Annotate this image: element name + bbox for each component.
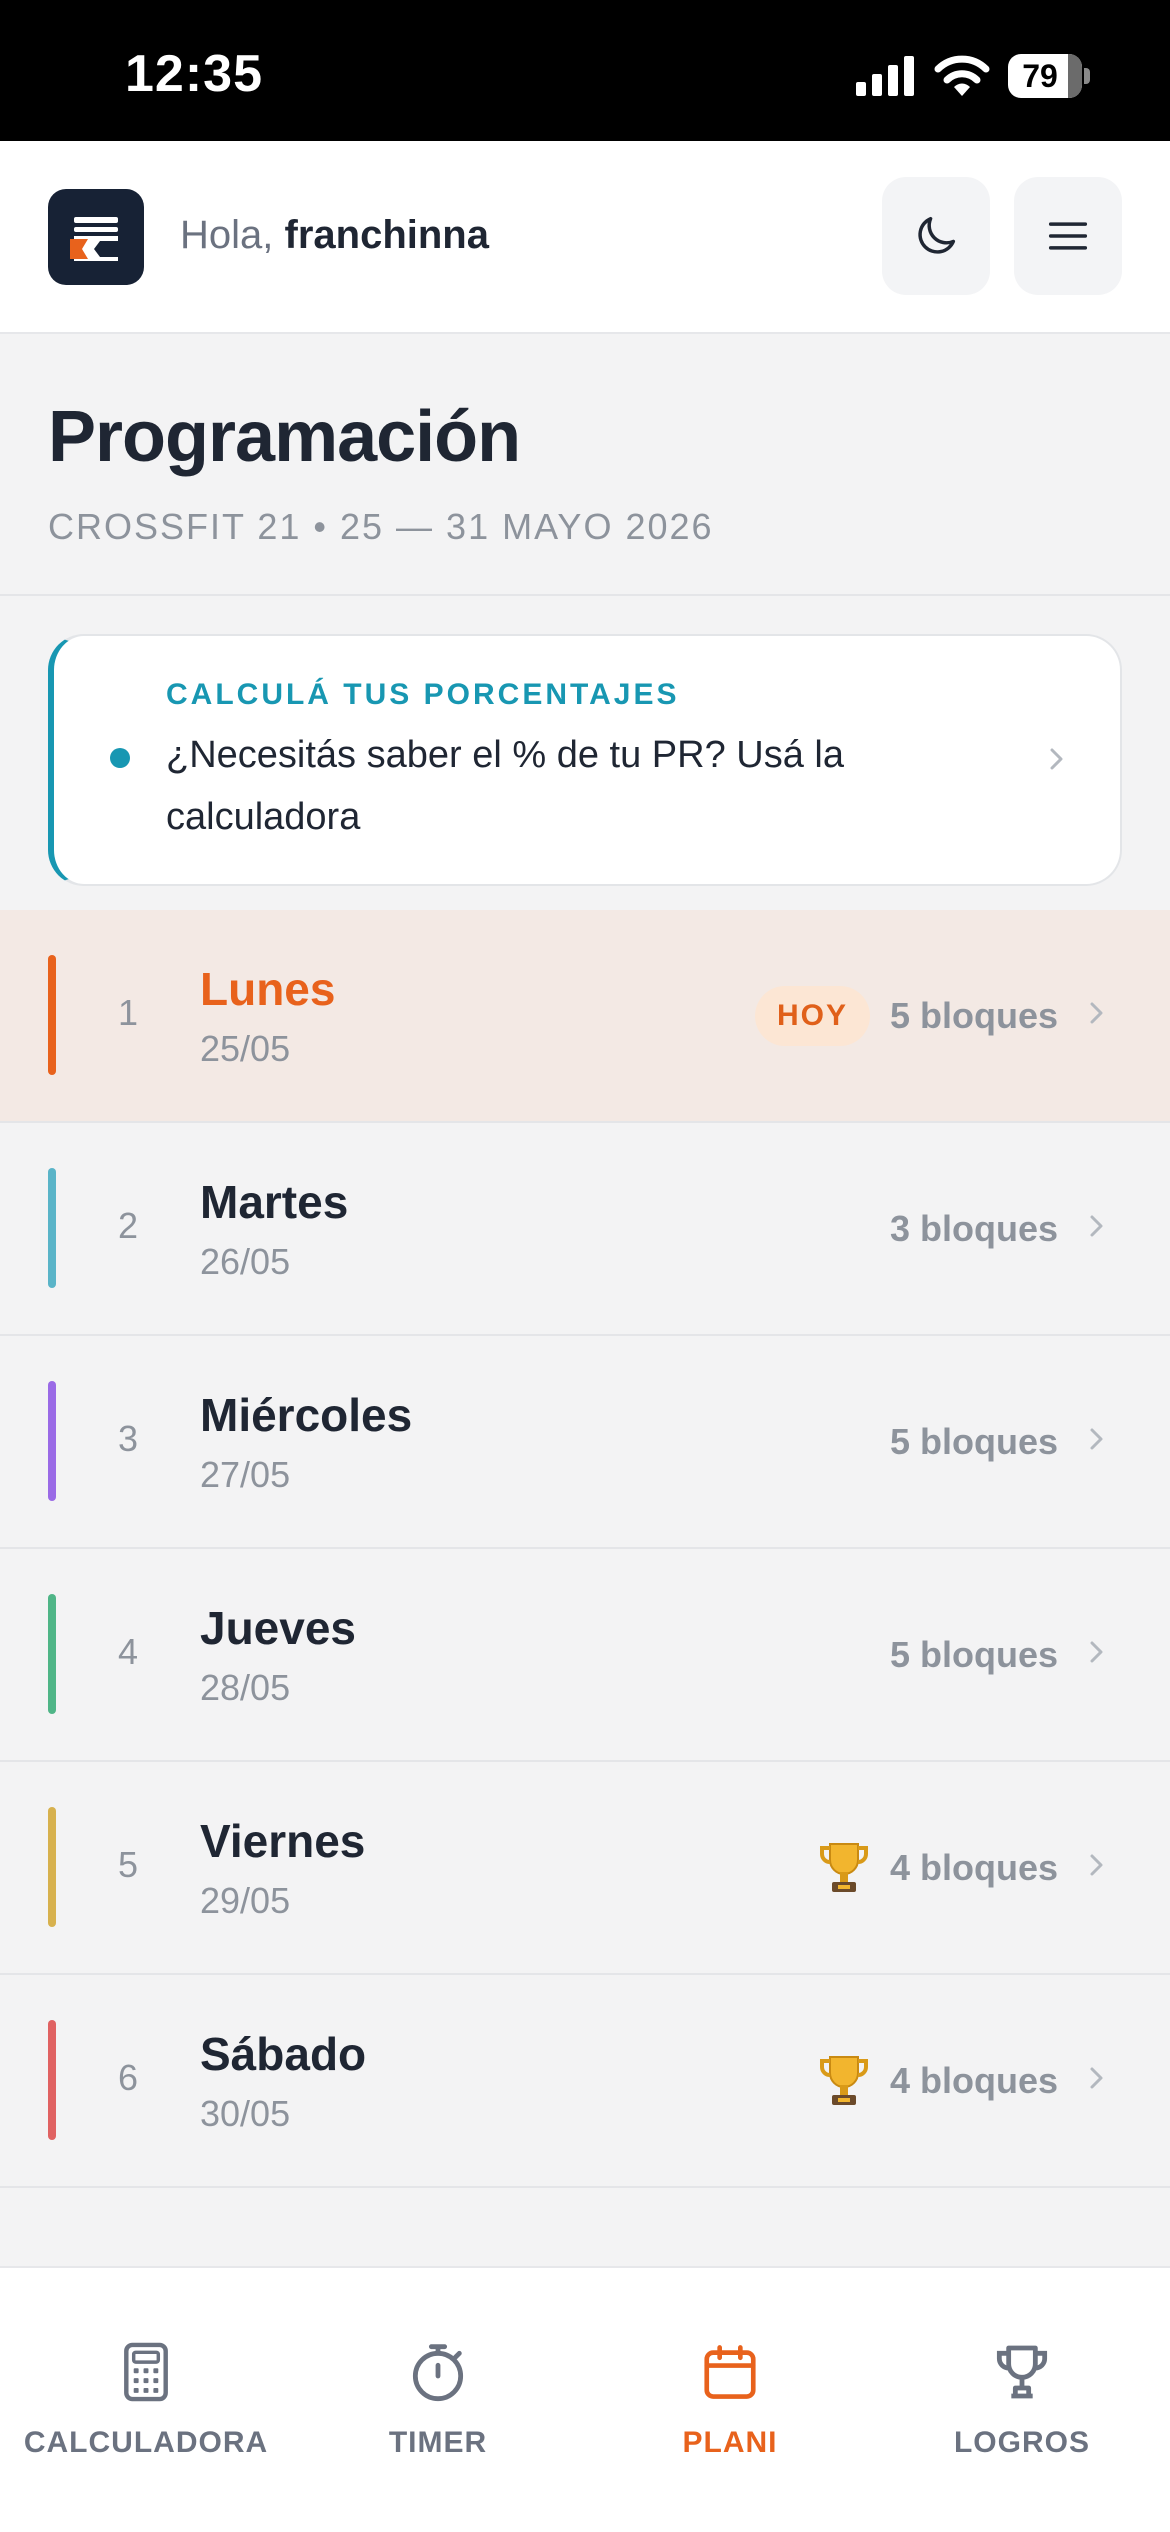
day-meta: 5 bloques <box>890 1412 1098 1472</box>
tab-label: LOGROS <box>953 2426 1090 2459</box>
day-row[interactable]: 1 Lunes 25/05 HOY 5 bloques <box>0 910 1170 1123</box>
battery-level: 79 <box>1022 58 1058 94</box>
chevron-right-icon <box>1090 1002 1103 1024</box>
day-date: 27/05 <box>200 1454 291 1495</box>
day-name: Jueves <box>200 1602 357 1654</box>
status-time: 12:35 <box>125 45 263 103</box>
day-number: 1 <box>117 992 139 1033</box>
day-row[interactable]: 5 Viernes 29/05 4 bloques <box>0 1762 1170 1975</box>
tab-label: CALCULADORA <box>23 2426 269 2459</box>
day-list: 1 Lunes 25/05 HOY 5 bloques 2 Martes 26/05 3 blo… <box>0 910 1170 2188</box>
chevron-right-icon <box>1090 1854 1103 1876</box>
day-row[interactable]: 2 Martes 26/05 3 bloques <box>0 1123 1170 1336</box>
day-meta: 4 bloques <box>818 2051 1098 2111</box>
day-name: Viernes <box>200 1815 366 1867</box>
greeting-prefix: Hola, <box>180 213 285 257</box>
day-accent-bar <box>48 1594 56 1714</box>
day-name: Lunes <box>200 963 336 1015</box>
promo-dot <box>110 748 130 768</box>
block-count: 3 bloques <box>889 1208 1058 1249</box>
day-row[interactable]: 4 Jueves 28/05 5 bloques <box>0 1549 1170 1762</box>
day-row[interactable]: 6 Sábado 30/05 4 bloques <box>0 1975 1170 2188</box>
calculator-icon <box>124 2342 168 2402</box>
day-accent-bar <box>48 1168 56 1288</box>
app-logo[interactable] <box>48 189 144 285</box>
tab-label: PLANI <box>682 2426 778 2459</box>
bottom-tab-bar: CALCULADORA TIMER PLANI LOGROS <box>0 2266 1170 2532</box>
day-number: 4 <box>117 1631 139 1672</box>
trophy-icon <box>996 2345 1048 2399</box>
day-meta: 4 bloques <box>818 1838 1098 1898</box>
day-number: 5 <box>117 1844 139 1885</box>
chevron-right-icon <box>1090 1641 1103 1663</box>
status-bar: 12:35 79 <box>0 0 1170 141</box>
day-accent-bar <box>48 955 56 1075</box>
block-count: 5 bloques <box>889 1421 1058 1462</box>
day-date: 30/05 <box>200 2093 291 2134</box>
day-number: 6 <box>117 2057 139 2098</box>
page-title: Programación <box>48 397 521 477</box>
battery-icon: 79 <box>1008 54 1090 98</box>
cellular-signal-icon <box>856 56 914 96</box>
hamburger-menu-icon <box>1048 222 1088 250</box>
tab-logros[interactable]: LOGROS <box>876 2268 1168 2532</box>
day-accent-bar <box>48 1807 56 1927</box>
tab-plani[interactable]: PLANI <box>584 2268 876 2532</box>
day-meta: HOY 5 bloques <box>754 986 1098 1046</box>
chevron-right-icon <box>1090 1215 1103 1237</box>
calculator-promo-card[interactable]: CALCULÁ TUS PORCENTAJES ¿Necesitás saber… <box>48 634 1122 886</box>
tab-label: TIMER <box>388 2426 488 2459</box>
trophy-icon <box>819 2056 868 2105</box>
trophy-icon <box>819 1843 868 1892</box>
promo-text: ¿Necesitás saber el % de tu PR? Usá la c… <box>166 734 844 838</box>
menu-button[interactable] <box>1014 177 1122 295</box>
moon-icon <box>918 216 956 254</box>
user-name: franchinna <box>284 213 489 257</box>
day-date: 28/05 <box>200 1667 291 1708</box>
page-header: Programación CROSSFIT 21 • 25 — 31 MAYO … <box>0 334 1170 596</box>
day-row[interactable]: 3 Miércoles 27/05 5 bloques <box>0 1336 1170 1549</box>
day-meta: 3 bloques <box>890 1199 1098 1259</box>
chevron-right-icon <box>1090 1428 1103 1450</box>
day-number: 2 <box>117 1205 139 1246</box>
wifi-icon <box>934 55 990 96</box>
day-name: Miércoles <box>200 1389 413 1441</box>
tab-timer[interactable]: TIMER <box>292 2268 584 2532</box>
block-count: 5 bloques <box>889 995 1058 1036</box>
day-name: Martes <box>200 1176 349 1228</box>
tab-calculadora[interactable]: CALCULADORA <box>0 2268 292 2532</box>
day-meta: 5 bloques <box>890 1625 1098 1685</box>
block-count: 4 bloques <box>889 2060 1058 2101</box>
today-badge: HOY <box>754 986 870 1046</box>
stopwatch-icon <box>412 2344 464 2402</box>
block-count: 5 bloques <box>889 1634 1058 1675</box>
block-count: 4 bloques <box>889 1847 1058 1888</box>
app-header: Hola, franchinna <box>0 141 1170 334</box>
day-date: 29/05 <box>200 1880 291 1921</box>
day-accent-bar <box>48 2020 56 2140</box>
day-name: Sábado <box>200 2028 367 2080</box>
greeting: Hola, franchinna <box>180 213 489 258</box>
chevron-right-icon <box>1050 748 1063 770</box>
day-number: 3 <box>117 1418 139 1459</box>
promo-kicker: CALCULÁ TUS PORCENTAJES <box>166 678 680 711</box>
calendar-icon <box>704 2345 756 2399</box>
dark-mode-button[interactable] <box>882 177 990 295</box>
day-accent-bar <box>48 1381 56 1501</box>
day-date: 25/05 <box>200 1028 291 1069</box>
page-subtitle: CROSSFIT 21 • 25 — 31 MAYO 2026 <box>48 506 714 547</box>
day-date: 26/05 <box>200 1241 291 1282</box>
app-logo-icon <box>70 217 118 261</box>
chevron-right-icon <box>1090 2067 1103 2089</box>
